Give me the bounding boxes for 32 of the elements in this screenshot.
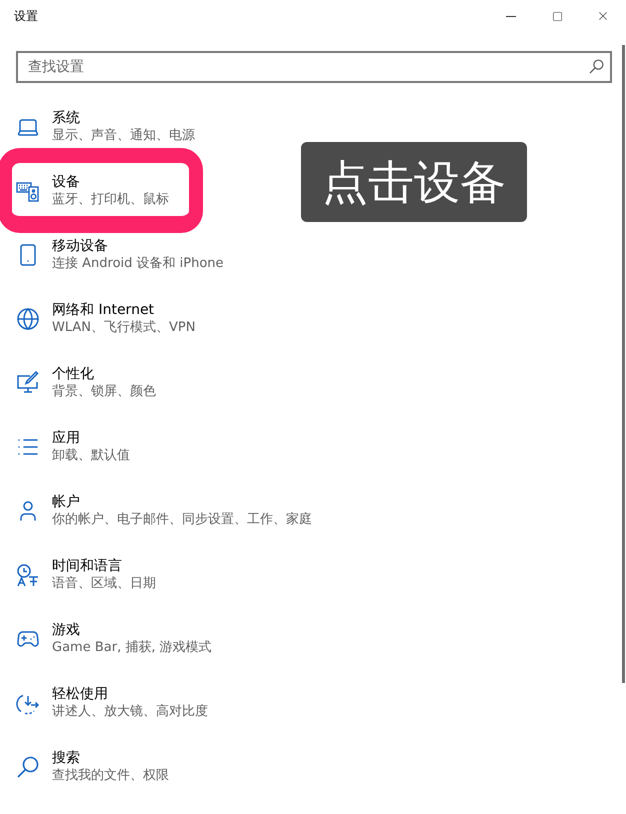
category-description: 蓝牙、打印机、鼠标: [52, 191, 169, 209]
category-title[interactable]: 游戏: [52, 621, 212, 639]
category-description: WLAN、飞行模式、VPN: [52, 319, 196, 337]
globe-icon: [16, 307, 40, 331]
search-field[interactable]: 查找设置: [16, 51, 612, 83]
category-description: Game Bar, 捕获, 游戏模式: [52, 639, 212, 657]
category-description: 连接 Android 设备和 iPhone: [52, 255, 224, 273]
clock-letter-icon: [16, 563, 40, 587]
category-description: 查找我的文件、权限: [52, 767, 169, 785]
category-title[interactable]: 个性化: [52, 365, 156, 383]
category-description: 你的帐户、电子邮件、同步设置、工作、家庭: [52, 511, 312, 529]
search-icon: [16, 755, 40, 779]
category-description: 显示、声音、通知、电源: [52, 127, 195, 145]
category-title[interactable]: 轻松使用: [52, 685, 208, 703]
monitor-pen-icon: [16, 371, 40, 395]
category-description: 语音、区域、日期: [52, 575, 156, 593]
window-title: 设置: [14, 8, 38, 24]
category-title[interactable]: 时间和语言: [52, 557, 156, 575]
category-title[interactable]: 设备: [52, 173, 169, 191]
category-title[interactable]: 应用: [52, 429, 130, 447]
category-description: 讲述人、放大镜、高对比度: [52, 703, 208, 721]
category-description: 背景、锁屏、颜色: [52, 383, 156, 401]
category-title[interactable]: 系统: [52, 109, 195, 127]
search-icon: [589, 59, 604, 74]
category-title[interactable]: 移动设备: [52, 237, 224, 255]
category-title[interactable]: 搜索: [52, 749, 169, 767]
maximize-icon: [552, 10, 562, 22]
category-title[interactable]: 帐户: [52, 493, 312, 511]
scrollbar-thumb[interactable]: [622, 45, 625, 683]
callout-label: 点击设备: [301, 142, 527, 222]
category-description: 卸载、默认值: [52, 447, 130, 465]
category-title[interactable]: 网络和 Internet: [52, 301, 196, 319]
